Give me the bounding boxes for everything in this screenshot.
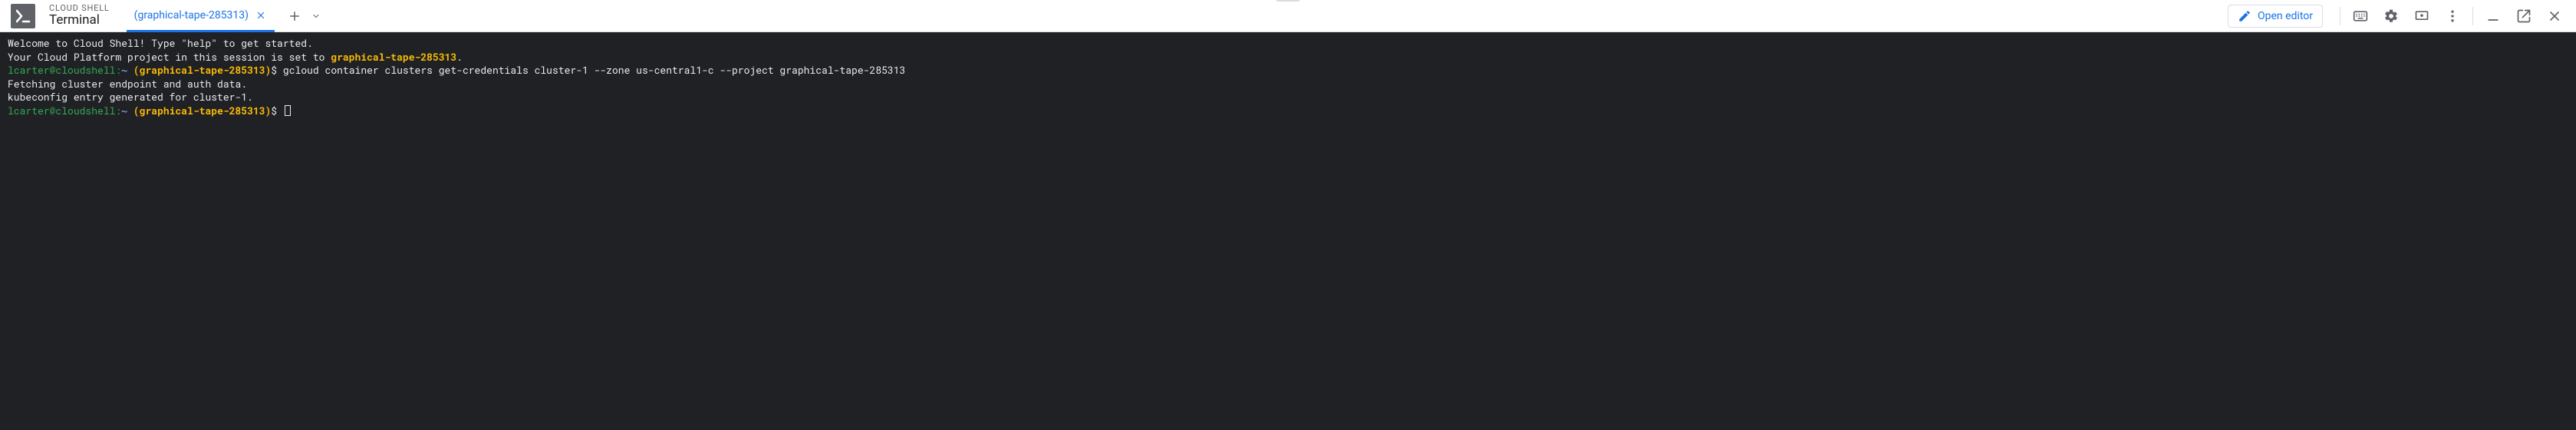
terminal-project-id: graphical-tape-285313: [331, 50, 456, 64]
minimize-icon[interactable]: [2478, 1, 2508, 31]
prompt-tilde: ~: [121, 104, 127, 117]
open-editor-button[interactable]: Open editor: [2228, 5, 2323, 28]
title-block: CLOUD SHELL Terminal: [49, 4, 110, 28]
close-icon[interactable]: [255, 9, 267, 22]
open-new-window-icon[interactable]: [2508, 1, 2539, 31]
close-panel-icon[interactable]: [2539, 1, 2570, 31]
screen-icon[interactable]: [2406, 1, 2437, 31]
terminal-line: Your Cloud Platform project in this sess…: [8, 50, 331, 64]
drag-handle[interactable]: [1273, 0, 1303, 3]
prompt-project: (graphical-tape-285313): [133, 63, 271, 77]
prompt-dollar: $: [271, 63, 277, 77]
gear-icon[interactable]: [2376, 1, 2406, 31]
open-editor-label: Open editor: [2258, 10, 2313, 22]
keyboard-icon[interactable]: [2345, 1, 2376, 31]
terminal-line: kubeconfig entry generated for cluster-1…: [8, 90, 253, 104]
page-title: Terminal: [49, 13, 110, 28]
add-tab-button[interactable]: [284, 5, 305, 27]
terminal-line: Fetching cluster endpoint and auth data.: [8, 77, 247, 91]
tab-label: (graphical-tape-285313): [134, 9, 249, 22]
more-vert-icon[interactable]: [2437, 1, 2468, 31]
prompt-dollar: $: [271, 104, 277, 117]
prompt-user: lcarter@cloudshell:: [8, 104, 121, 117]
topbar: CLOUD SHELL Terminal (graphical-tape-285…: [0, 0, 2576, 32]
terminal-cursor: [285, 105, 291, 116]
cloud-shell-icon: [11, 4, 35, 28]
terminal-command: gcloud container clusters get-credential…: [277, 63, 905, 77]
prompt-project: (graphical-tape-285313): [133, 104, 271, 117]
terminal-line: Welcome to Cloud Shell! Type "help" to g…: [8, 36, 313, 50]
tab-session[interactable]: (graphical-tape-285313): [127, 1, 275, 32]
pencil-icon: [2238, 9, 2252, 23]
prompt-user: lcarter@cloudshell:: [8, 63, 121, 77]
divider: [2472, 7, 2473, 25]
prompt-tilde: ~: [121, 63, 127, 77]
terminal-output[interactable]: Welcome to Cloud Shell! Type "help" to g…: [0, 32, 2576, 430]
tab-menu-chevron-icon[interactable]: [308, 8, 324, 24]
